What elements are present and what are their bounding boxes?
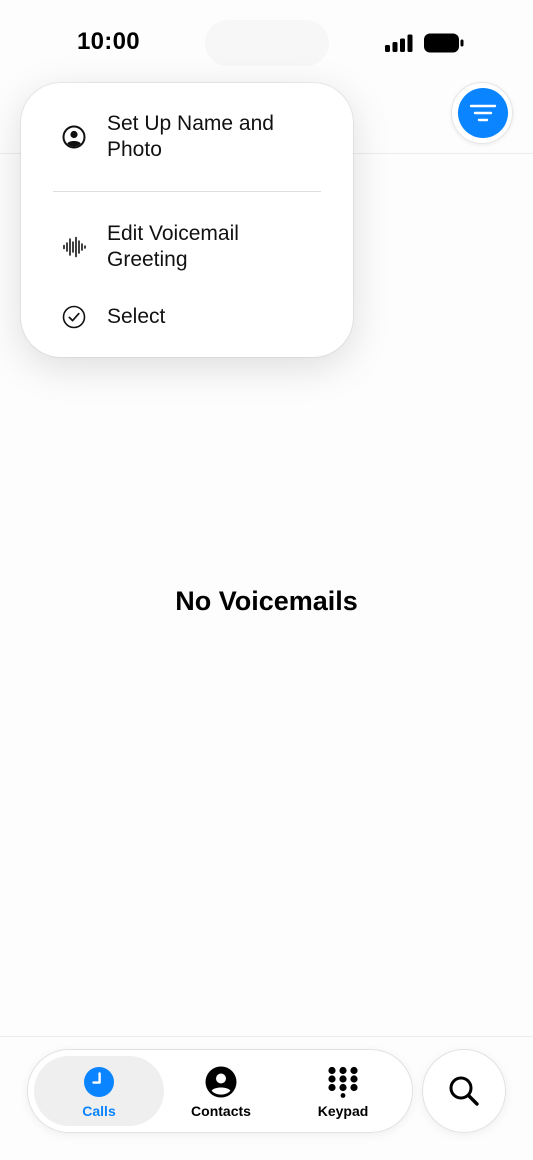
battery-icon	[424, 33, 464, 53]
magnifying-glass-icon	[449, 1076, 479, 1106]
menu-item-set-up-name-and-photo[interactable]: Set Up Name and Photo	[21, 109, 353, 165]
person-circle-icon	[61, 124, 87, 150]
menu-item-label: Edit Voicemail Greeting	[107, 222, 239, 271]
status-time: 10:00	[77, 28, 140, 55]
waveform-icon	[61, 234, 87, 260]
filter-button[interactable]	[458, 88, 508, 138]
filter-lines-icon	[469, 104, 497, 122]
keypad-icon	[328, 1066, 358, 1098]
empty-state-title: No Voicemails	[175, 586, 358, 616]
tab-label: Calls	[82, 1103, 116, 1119]
person-circle-icon	[205, 1066, 237, 1098]
clock-icon	[84, 1067, 114, 1097]
menu-item-select[interactable]: Select	[21, 301, 353, 333]
status-bar: 10:00	[0, 0, 533, 86]
context-menu: Set Up Name and Photo Edit Voicemail Gre…	[21, 83, 353, 357]
tab-calls[interactable]: Calls	[34, 1056, 164, 1126]
tab-keypad[interactable]: Keypad	[278, 1056, 408, 1126]
cellular-signal-icon	[385, 34, 413, 52]
checkmark-circle-icon	[61, 304, 87, 330]
dynamic-island	[205, 20, 329, 66]
tab-bar-divider	[0, 1036, 533, 1037]
tab-label: Contacts	[191, 1103, 251, 1119]
menu-item-label: Set Up Name and Photo	[107, 112, 274, 161]
tab-contacts[interactable]: Contacts	[156, 1056, 286, 1126]
menu-item-label: Select	[107, 305, 166, 328]
tab-label: Keypad	[317, 1103, 369, 1119]
menu-separator	[53, 191, 321, 192]
menu-item-edit-voicemail-greeting[interactable]: Edit Voicemail Greeting	[21, 219, 353, 275]
tab-bar: Calls Contacts Keypad	[27, 1049, 413, 1133]
search-button[interactable]	[422, 1049, 506, 1133]
